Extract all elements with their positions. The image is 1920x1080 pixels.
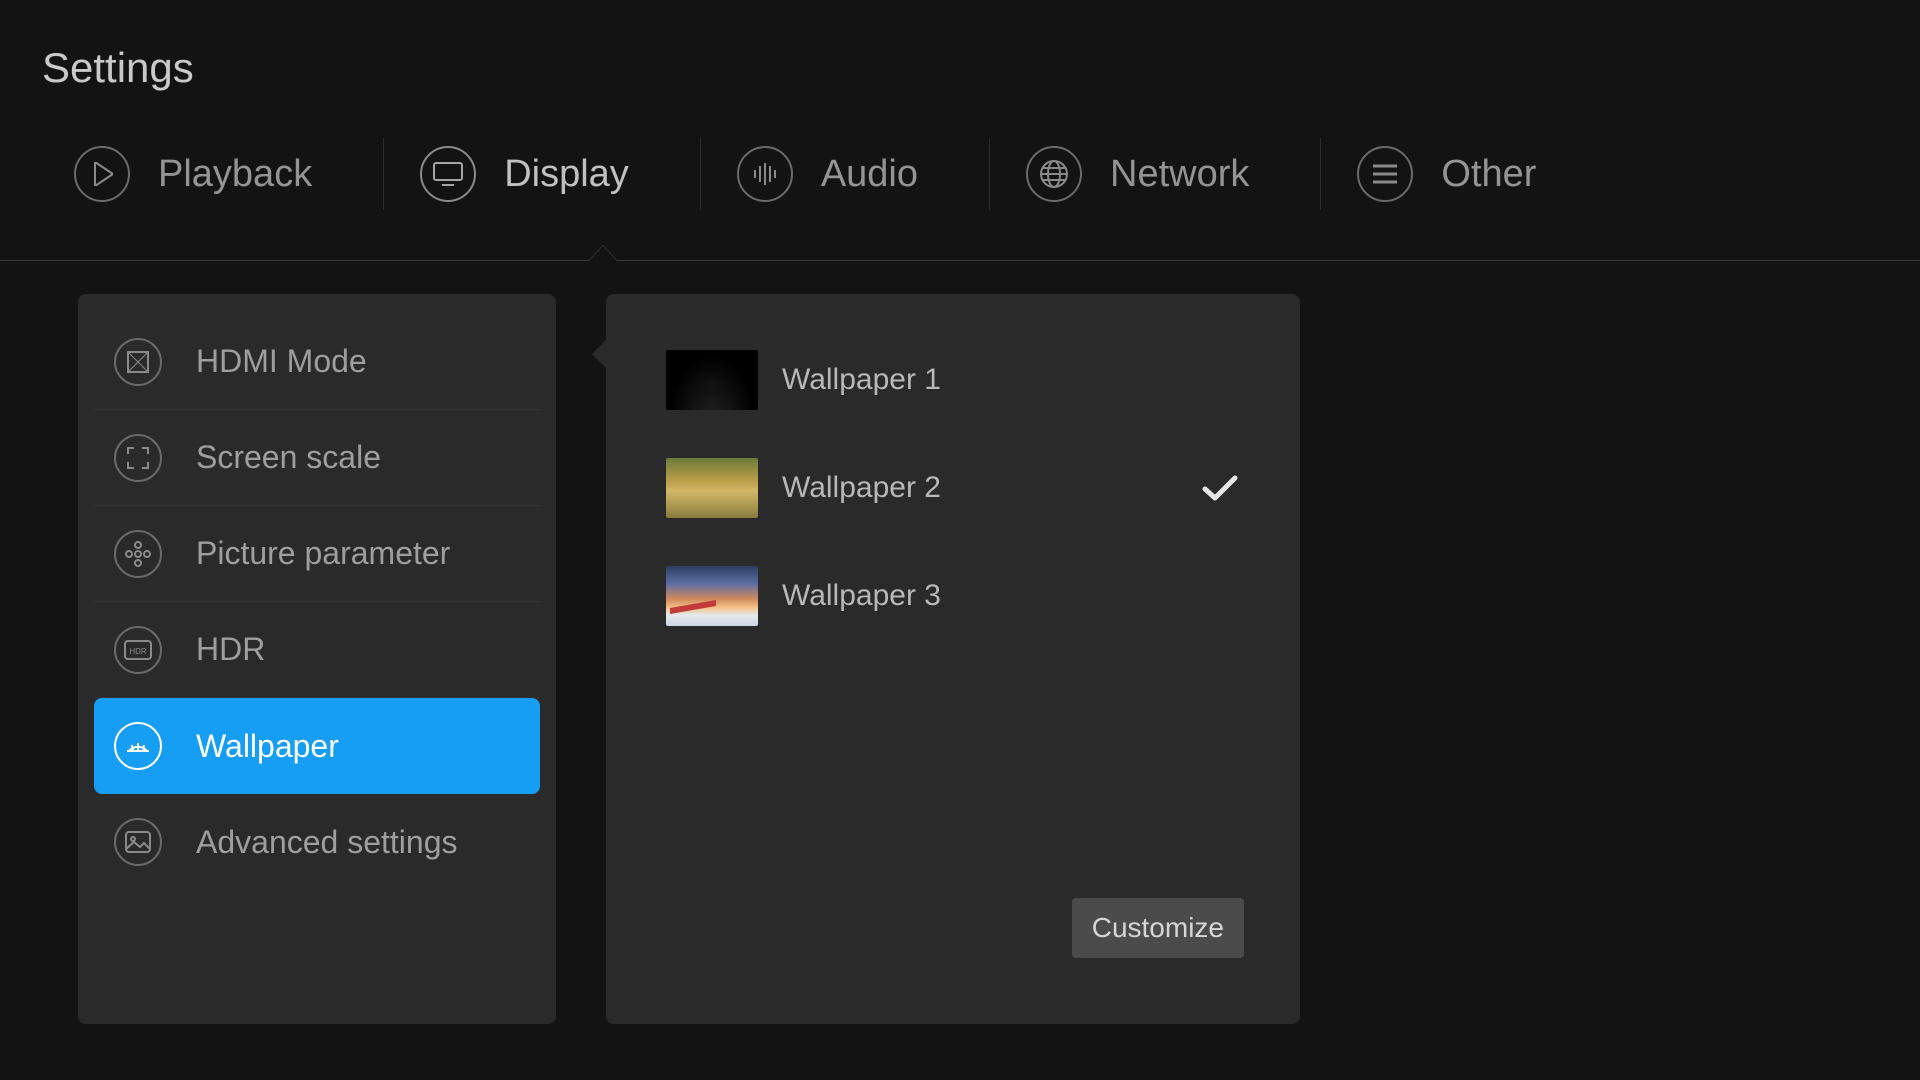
sidebar-item-wallpaper[interactable]: Wallpaper bbox=[94, 698, 540, 794]
image-icon bbox=[114, 818, 162, 866]
sidebar-item-label: HDMI Mode bbox=[196, 343, 367, 380]
tab-label: Network bbox=[1110, 153, 1249, 196]
wallpaper-option-2[interactable]: Wallpaper 2 bbox=[666, 434, 1240, 542]
wallpaper-label: Wallpaper 1 bbox=[782, 363, 1176, 397]
check-icon bbox=[1200, 576, 1240, 616]
flower-icon bbox=[114, 530, 162, 578]
expand-icon bbox=[114, 434, 162, 482]
svg-text:HDR: HDR bbox=[129, 647, 147, 656]
wallpaper-panel: Wallpaper 1 Wallpaper 2 Wallpaper 3 Cust… bbox=[606, 294, 1300, 1024]
sidebar-item-label: Screen scale bbox=[196, 439, 381, 476]
tab-label: Other bbox=[1441, 153, 1536, 196]
sidebar-item-label: Advanced settings bbox=[196, 824, 458, 861]
globe-icon bbox=[1026, 146, 1082, 202]
customize-button[interactable]: Customize bbox=[1072, 898, 1244, 958]
sidebar-item-picture[interactable]: Picture parameter bbox=[94, 506, 540, 602]
sidebar-item-hdmi[interactable]: HDMI Mode bbox=[94, 314, 540, 410]
tab-other[interactable]: Other bbox=[1357, 146, 1608, 202]
tab-display[interactable]: Display bbox=[420, 146, 701, 202]
sidebar-item-label: HDR bbox=[196, 631, 265, 668]
sidebar-item-label: Picture parameter bbox=[196, 535, 450, 572]
sidebar: HDMI Mode Screen scale Picture parameter… bbox=[78, 294, 556, 1024]
wallpaper-thumbnail bbox=[666, 566, 758, 626]
check-icon bbox=[1200, 360, 1240, 400]
wallpaper-label: Wallpaper 2 bbox=[782, 471, 1176, 505]
tab-label: Playback bbox=[158, 153, 312, 196]
wallpaper-icon bbox=[114, 722, 162, 770]
sidebar-item-scale[interactable]: Screen scale bbox=[94, 410, 540, 506]
hdmi-icon bbox=[114, 338, 162, 386]
active-tab-caret-icon bbox=[589, 245, 617, 260]
tab-network[interactable]: Network bbox=[1026, 146, 1321, 202]
tab-label: Audio bbox=[821, 153, 918, 196]
tab-label: Display bbox=[504, 153, 629, 196]
check-icon bbox=[1200, 468, 1240, 508]
sidebar-item-hdr[interactable]: HDR HDR bbox=[94, 602, 540, 698]
sidebar-item-advanced[interactable]: Advanced settings bbox=[94, 794, 540, 890]
page-title: Settings bbox=[0, 0, 1920, 92]
tab-audio[interactable]: Audio bbox=[737, 146, 990, 202]
monitor-icon bbox=[420, 146, 476, 202]
play-icon bbox=[74, 146, 130, 202]
tab-divider bbox=[0, 260, 1920, 261]
wallpaper-thumbnail bbox=[666, 350, 758, 410]
sidebar-item-label: Wallpaper bbox=[196, 728, 339, 765]
tab-playback[interactable]: Playback bbox=[74, 146, 384, 202]
wallpaper-option-3[interactable]: Wallpaper 3 bbox=[666, 542, 1240, 650]
wallpaper-option-1[interactable]: Wallpaper 1 bbox=[666, 326, 1240, 434]
tab-bar: Playback Display Audio bbox=[0, 92, 1920, 222]
list-icon bbox=[1357, 146, 1413, 202]
wallpaper-thumbnail bbox=[666, 458, 758, 518]
hdr-icon: HDR bbox=[114, 626, 162, 674]
wallpaper-label: Wallpaper 3 bbox=[782, 579, 1176, 613]
audio-icon bbox=[737, 146, 793, 202]
